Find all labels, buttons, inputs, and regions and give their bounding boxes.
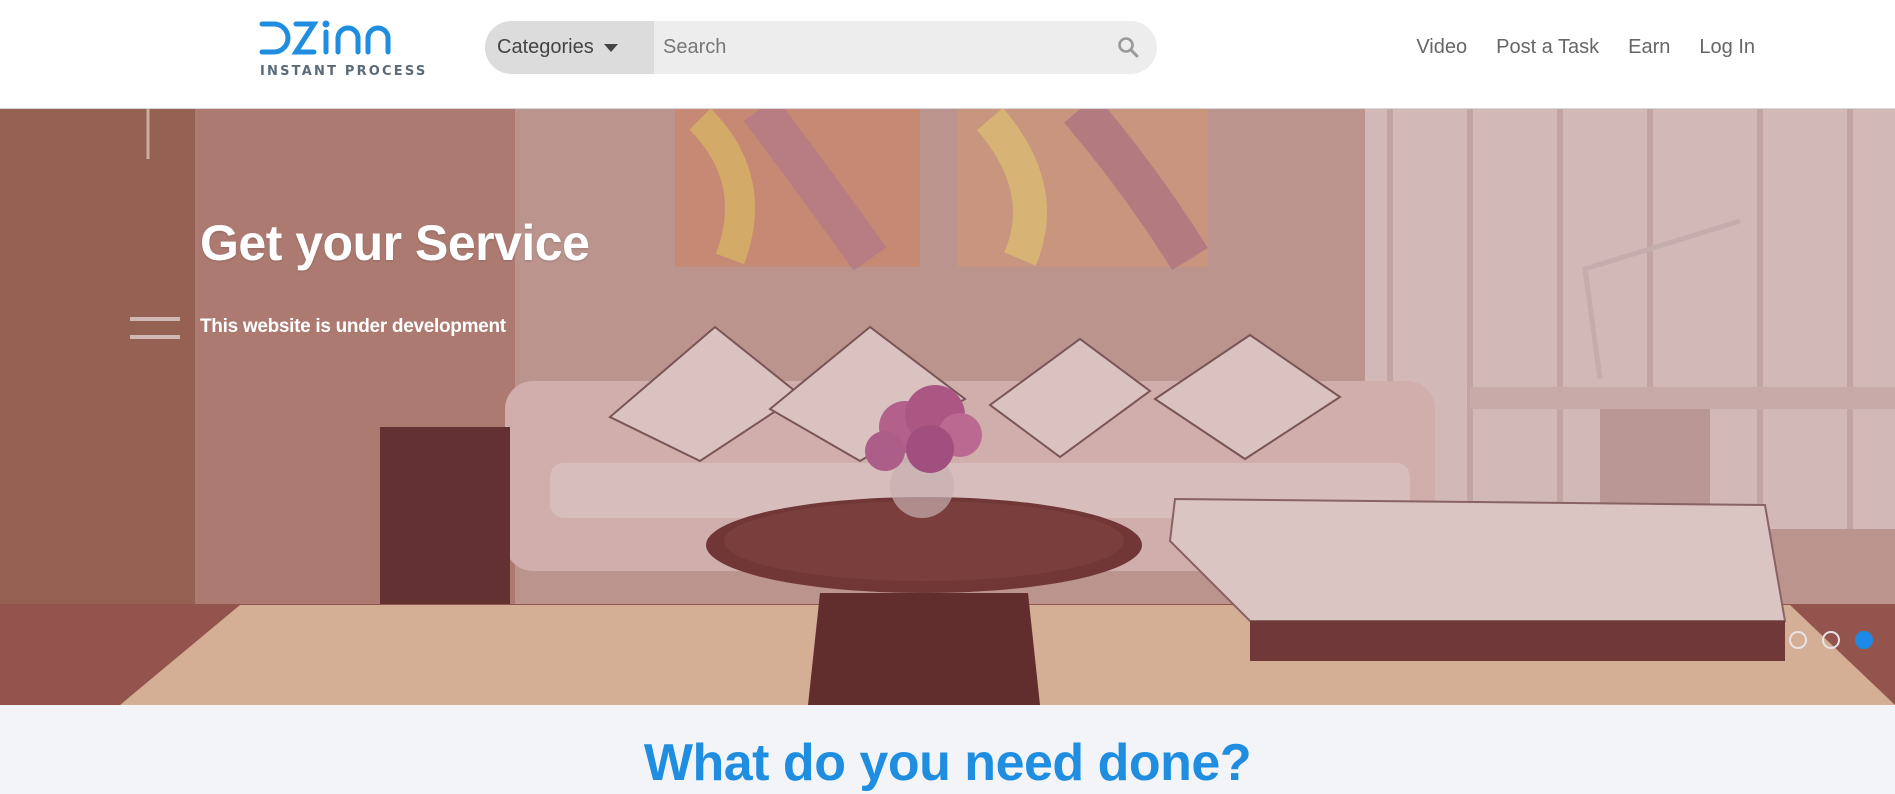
slide-dot-2[interactable] — [1822, 631, 1840, 649]
hero-subtitle: This website is under development — [200, 316, 506, 337]
logo-mark-icon — [259, 20, 391, 55]
slide-dot-1[interactable] — [1789, 631, 1807, 649]
categories-label: Categories — [497, 36, 594, 58]
services-section: What do you need done? — [0, 705, 1895, 794]
slide-dot-3[interactable] — [1855, 631, 1873, 649]
site-header: INSTANT PROCESS Categories Video Post a … — [0, 0, 1895, 109]
logo-tagline: INSTANT PROCESS — [260, 64, 428, 79]
main-nav: Video Post a Task Earn Log In — [1387, 36, 1755, 59]
nav-video[interactable]: Video — [1416, 36, 1467, 59]
nav-earn[interactable]: Earn — [1628, 36, 1670, 59]
caret-down-icon — [603, 43, 618, 52]
search-input[interactable] — [654, 21, 1157, 74]
section-title: What do you need done? — [643, 734, 1252, 792]
nav-post-a-task[interactable]: Post a Task — [1496, 36, 1599, 59]
slider-pagination — [1789, 631, 1873, 649]
nav-log-in[interactable]: Log In — [1699, 36, 1755, 59]
search-icon[interactable] — [1117, 36, 1139, 58]
search-bar: Categories — [485, 21, 1157, 74]
hero-overlay — [0, 109, 1895, 705]
categories-dropdown[interactable]: Categories — [485, 21, 654, 74]
hero-title: Get your Service — [200, 215, 590, 271]
hero-slider: Get your Service This website is under d… — [0, 109, 1895, 705]
